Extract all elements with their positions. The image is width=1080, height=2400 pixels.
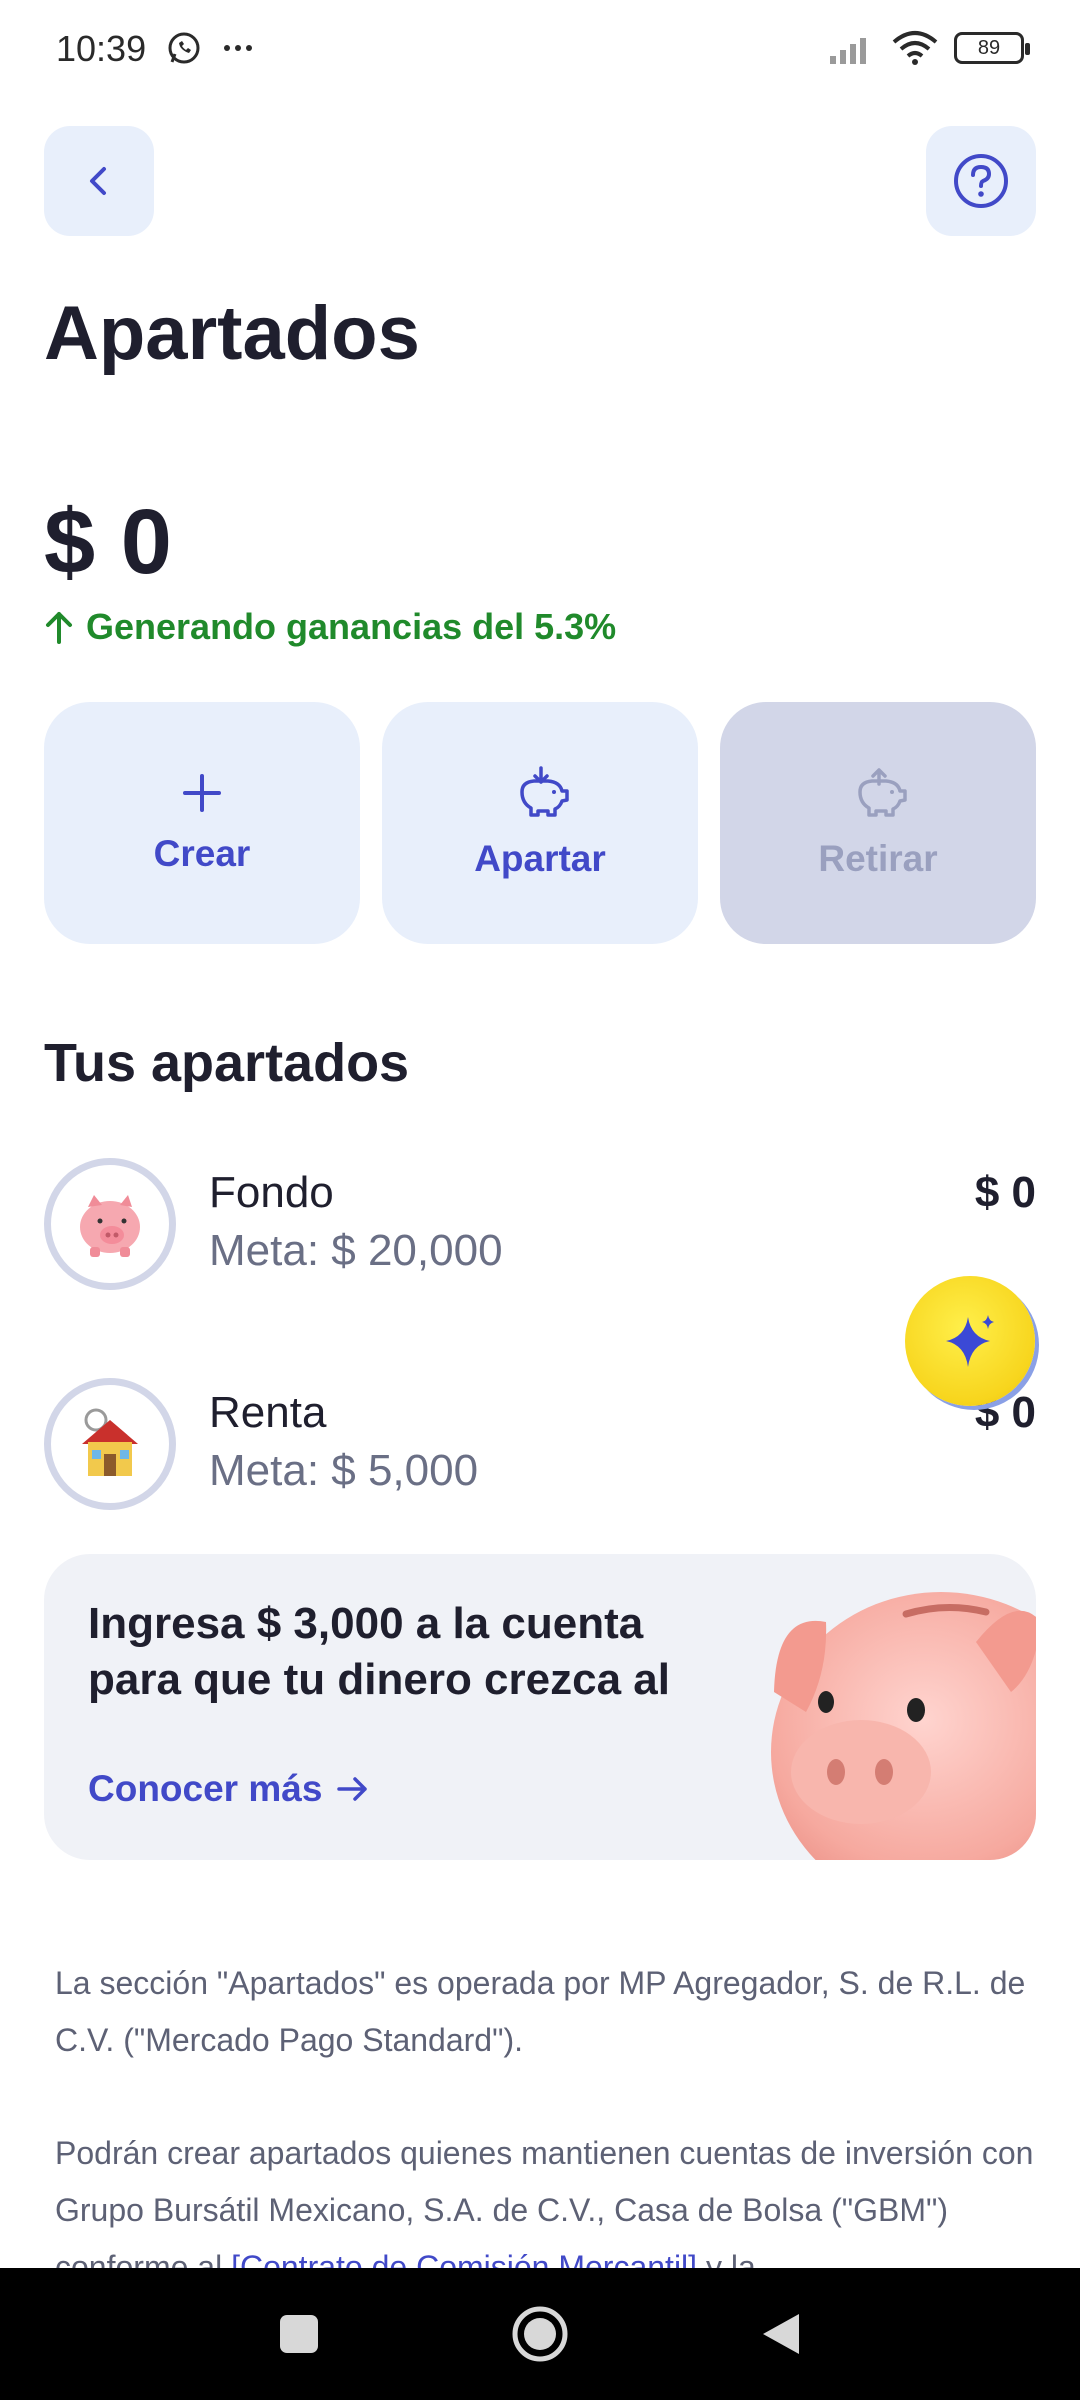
sparkle-icon	[946, 1315, 994, 1367]
whatsapp-icon	[168, 32, 200, 64]
contract-link[interactable]: [Contrato de Comisión Mercantil]	[231, 2249, 697, 2268]
assistant-fab[interactable]	[905, 1276, 1035, 1406]
disclaimer-clip: Podrán crear apartados quienes mantienen…	[0, 2125, 1080, 2268]
deposit-button[interactable]: Apartar	[382, 702, 698, 944]
saving-avatar	[44, 1158, 176, 1290]
learn-more-link[interactable]: Conocer más	[88, 1768, 370, 1810]
saving-name: Fondo	[209, 1168, 334, 1217]
piggy-deposit-icon	[520, 766, 569, 817]
back-nav-icon[interactable]	[759, 2310, 803, 2358]
saving-item-fondo[interactable]: Fondo Meta: $ 20,000 $ 0	[44, 1158, 1036, 1294]
saving-goal: Meta: $ 5,000	[209, 1446, 479, 1495]
wifi-icon	[892, 31, 938, 65]
help-button[interactable]	[926, 126, 1036, 236]
gain-indicator: Generando ganancias del 5.3%	[44, 606, 616, 648]
saving-name: Renta	[209, 1388, 327, 1437]
plus-icon	[183, 774, 221, 812]
promo-card[interactable]: Ingresa $ 3,000 a la cuenta para que tu …	[44, 1554, 1036, 1860]
withdraw-label: Retirar	[818, 838, 938, 879]
saving-goal: Meta: $ 20,000	[209, 1226, 503, 1275]
house-icon	[82, 1408, 138, 1476]
status-time: 10:39	[56, 28, 147, 69]
piggy-illustration	[771, 1592, 1036, 1860]
deposit-label: Apartar	[474, 838, 606, 879]
piggy-withdraw-icon	[858, 768, 907, 817]
saving-item-renta[interactable]: Renta Meta: $ 5,000 $ 0	[44, 1378, 1036, 1514]
promo-text-wrap: Ingresa $ 3,000 a la cuenta para que tu …	[88, 1596, 708, 1706]
disclaimer-paragraph-2: Podrán crear apartados quienes mantienen…	[55, 2125, 1035, 2268]
arrow-right-icon	[337, 1777, 368, 1801]
piggy-bank-icon	[80, 1195, 140, 1257]
battery-level: 89	[977, 36, 1001, 59]
signal-icon	[830, 38, 866, 64]
system-nav-bar	[0, 2268, 1080, 2400]
back-button[interactable]	[44, 126, 154, 236]
status-notification-icons	[166, 30, 256, 66]
recents-icon[interactable]	[277, 2312, 321, 2356]
create-label: Crear	[153, 833, 251, 874]
status-bar: 10:39 89	[0, 0, 1080, 100]
question-circle-icon	[954, 154, 1008, 208]
saving-amount: $ 0	[974, 1168, 1036, 1217]
action-tiles: Crear Apartar Retirar	[44, 702, 1036, 944]
page-title: Apartados	[44, 291, 420, 376]
chevron-left-icon	[90, 167, 106, 195]
balance-amount: $ 0	[44, 491, 172, 593]
disclaimer-paragraph-1: La sección "Apartados" es operada por MP…	[55, 1965, 1026, 2058]
withdraw-button[interactable]: Retirar	[720, 702, 1036, 944]
savings-section-title: Tus apartados	[44, 1033, 410, 1093]
status-system-icons: 89	[828, 30, 1030, 66]
disclaimer-text-end: y la	[697, 2249, 756, 2268]
create-button[interactable]: Crear	[44, 702, 360, 944]
learn-more-label: Conocer más	[88, 1768, 323, 1809]
battery-icon: 89	[954, 32, 1030, 64]
gain-text: Generando ganancias del 5.3%	[86, 606, 617, 647]
more-dots-icon	[224, 45, 252, 51]
saving-avatar	[44, 1378, 176, 1510]
arrow-up-icon	[46, 612, 72, 644]
home-icon[interactable]	[511, 2305, 569, 2363]
promo-text: Ingresa $ 3,000 a la cuenta para que tu …	[88, 1599, 670, 1704]
